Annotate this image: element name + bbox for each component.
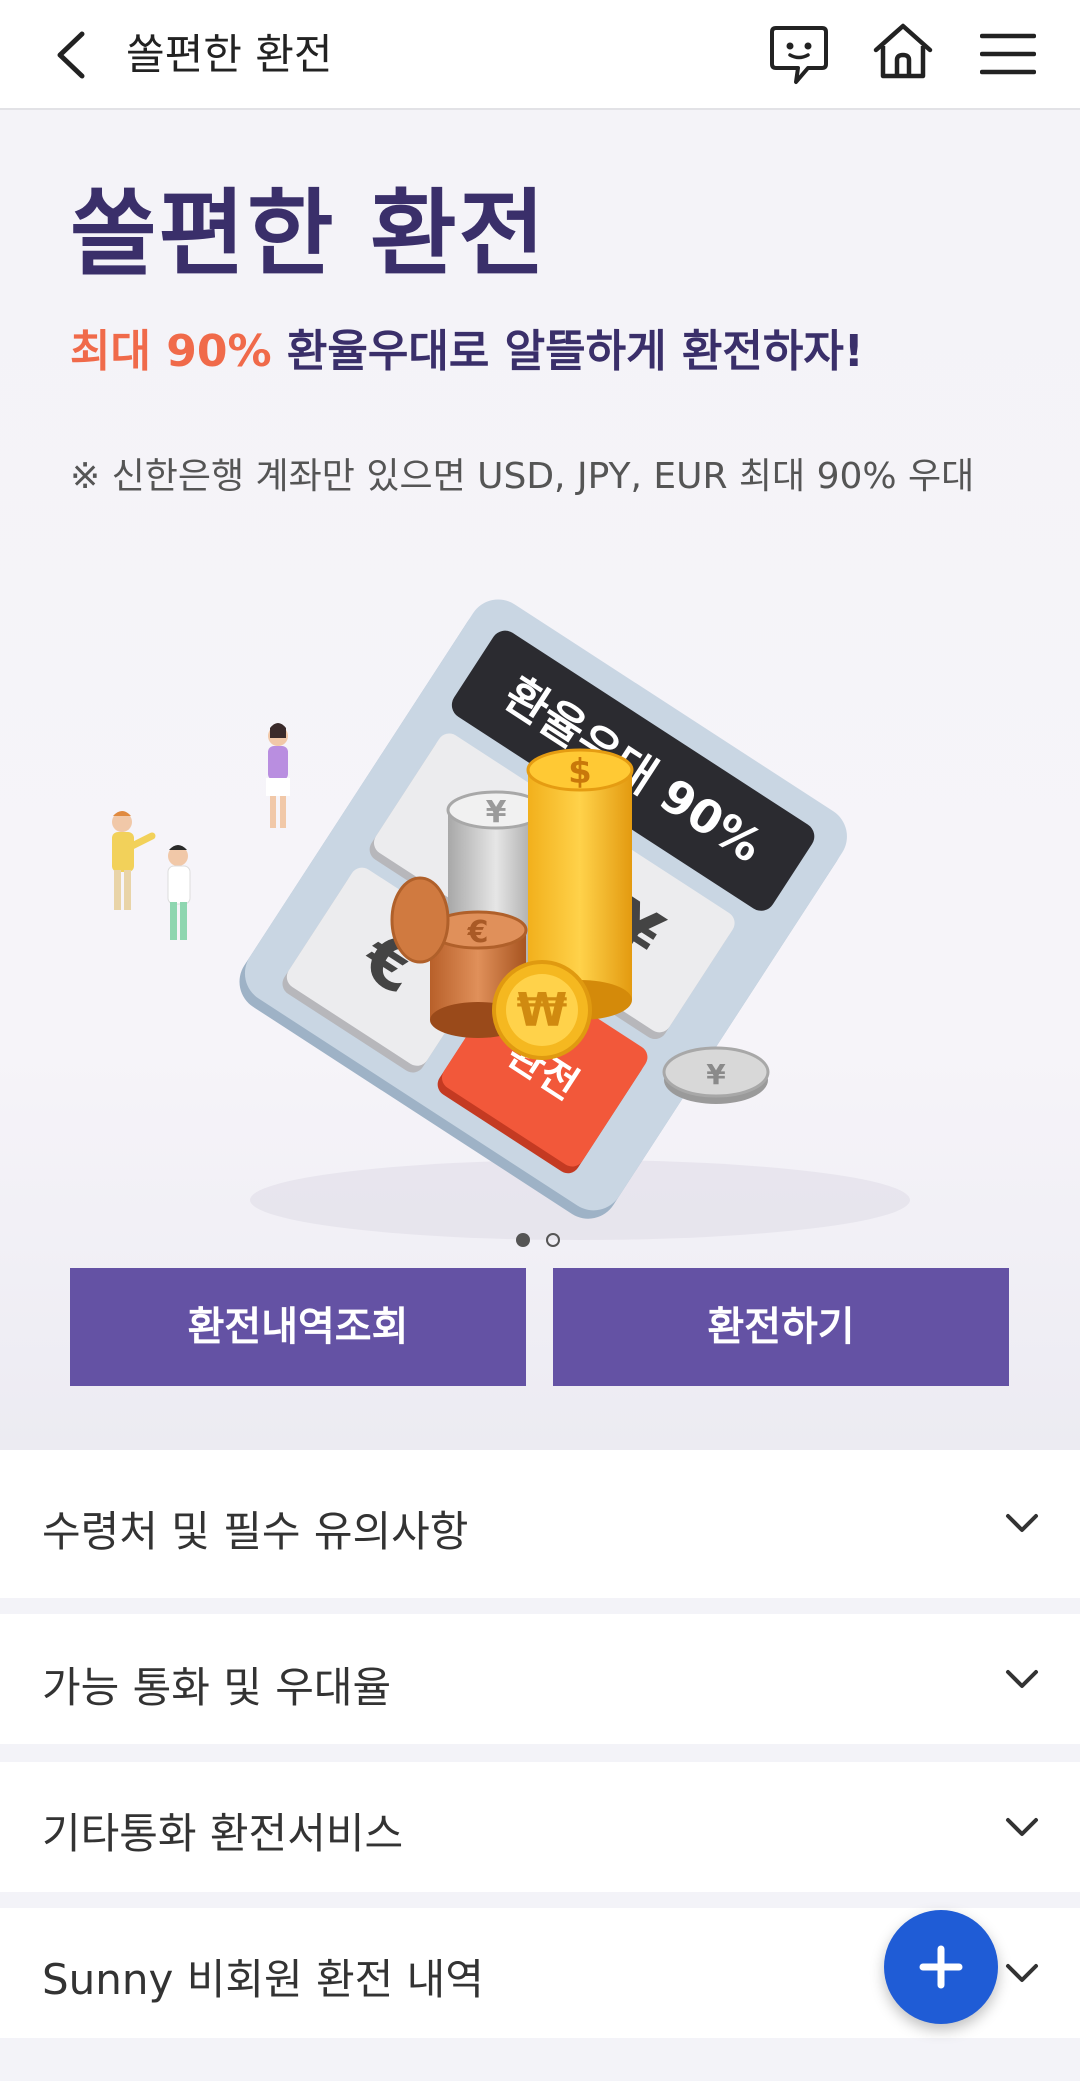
page-title: 쏠편한 환전 — [126, 30, 333, 79]
chat-bubble-icon[interactable] — [768, 22, 830, 88]
subtitle-text: 환율우대로 알뜰하게 환전하자! — [271, 326, 864, 377]
plus-icon — [919, 1945, 963, 1989]
carousel-dot-inactive[interactable] — [546, 1233, 560, 1247]
svg-text:¥: ¥ — [486, 795, 507, 830]
exchange-button[interactable]: 환전하기 — [553, 1268, 1009, 1386]
carousel-dot-active[interactable] — [516, 1233, 530, 1247]
chevron-down-icon — [1006, 1670, 1038, 1688]
hero-banner: 쏠편한 환전 최대 90% 환율우대로 알뜰하게 환전하자! ※ 신한은행 계좌… — [0, 110, 1080, 1450]
back-arrow-icon[interactable] — [48, 28, 98, 82]
person-on-calculator — [266, 723, 290, 828]
hero-title: 쏠편한 환전 — [70, 180, 548, 289]
calculator-coins-illustration: 환율우대 90% $ ¥ € 환전 ¥ $ — [112, 599, 910, 1240]
subtitle-accent: 최대 90% — [70, 326, 272, 377]
top-app-bar: 쏠편한 환전 — [0, 0, 1080, 110]
accordion-label: 기타통화 환전서비스 — [42, 1809, 404, 1858]
accordion-label: 수령처 및 필수 유의사항 — [42, 1507, 469, 1556]
silver-coin-flat: ¥ — [662, 1046, 770, 1104]
won-coin-symbol: ₩ — [517, 983, 568, 1037]
hamburger-menu-icon[interactable] — [980, 30, 1036, 78]
chevron-down-icon — [1006, 1514, 1038, 1532]
chevron-down-icon — [1006, 1964, 1038, 1982]
exchange-history-button[interactable]: 환전내역조회 — [70, 1268, 526, 1386]
accordion-item-currencies[interactable]: 가능 통화 및 우대율 — [0, 1614, 1080, 1744]
home-icon[interactable] — [870, 22, 936, 82]
person-yellow — [112, 811, 156, 910]
person-green — [167, 845, 191, 940]
hero-note: ※ 신한은행 계좌만 있으면 USD, JPY, EUR 최대 90% 우대 — [70, 456, 975, 497]
floating-action-button[interactable] — [884, 1910, 998, 2024]
chevron-down-icon — [1006, 1818, 1038, 1836]
bronze-coin — [390, 876, 450, 964]
svg-text:$: $ — [568, 752, 592, 792]
accordion-item-other-currency[interactable]: 기타통화 환전서비스 — [0, 1762, 1080, 1892]
accordion-label: 가능 통화 및 우대율 — [42, 1663, 392, 1712]
svg-text:¥: ¥ — [706, 1058, 726, 1091]
accordion-label: Sunny 비회원 환전 내역 — [42, 1955, 484, 2004]
svg-text:€: € — [467, 915, 489, 950]
carousel-indicator — [516, 1233, 566, 1253]
won-coin: ₩ — [492, 960, 592, 1060]
accordion-item-notice[interactable]: 수령처 및 필수 유의사항 — [0, 1450, 1080, 1598]
hero-subtitle: 최대 90% 환율우대로 알뜰하게 환전하자! — [70, 322, 864, 382]
